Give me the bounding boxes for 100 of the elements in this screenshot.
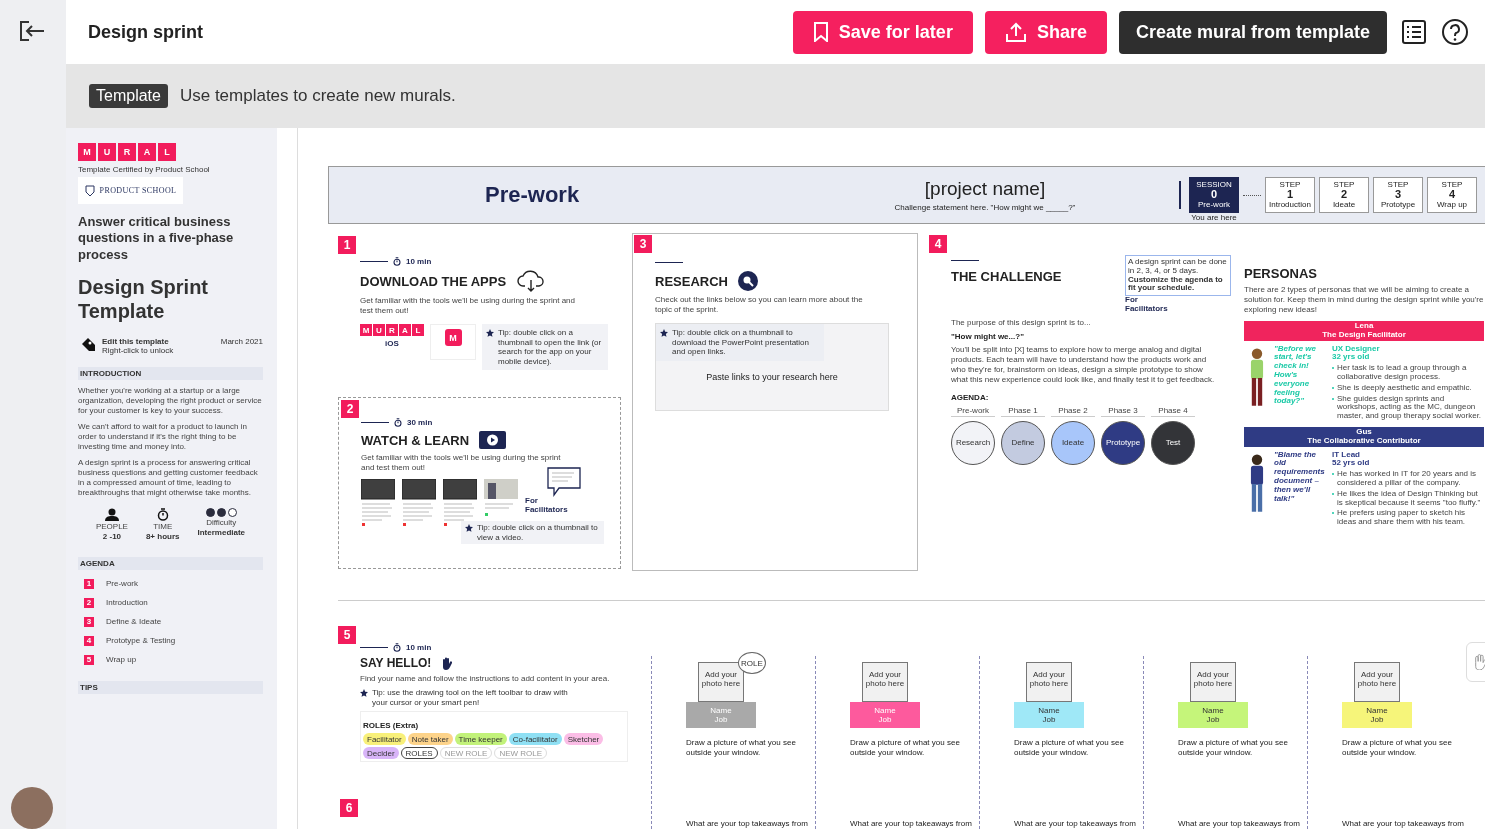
stopwatch-icon [156,507,169,521]
persona-header: Gus The Collaborative Contributor [1244,426,1484,447]
video-thumbnail-drawing[interactable] [443,479,477,527]
duration: 10 min [406,257,432,266]
roles-heading: ROLES (Extra) [363,721,419,731]
role-sticker[interactable]: ROLE [738,652,766,674]
section-title: PERSONAS [1244,266,1318,281]
photo-placeholder[interactable]: Add your photo here [1190,662,1236,702]
agenda-item[interactable]: Define & Ideate [106,617,162,627]
hand-icon [1473,654,1485,670]
question: "How might we...?" [951,331,1025,341]
phase-circle: Ideate [1051,420,1095,465]
speech-bubble-icon [547,467,581,497]
section-number: 3 [634,235,652,253]
app-thumbnail[interactable]: M [430,324,476,360]
step-number: 4 [84,635,94,646]
facilitators-label: For Facilitators [1125,296,1169,314]
duration: 10 min [406,643,432,652]
section-number: 4 [929,235,947,253]
exit-icon[interactable] [19,20,45,42]
you-are-here-note: You are here [1191,212,1237,222]
help-icon[interactable] [1441,18,1469,46]
star-icon [360,689,368,697]
step-card[interactable]: STEP 4 Wrap up [1427,176,1477,213]
prompt-text: What are your top takeaways from [686,819,809,829]
step-card[interactable]: SESSION 0 Pre-work [1189,176,1239,213]
photo-placeholder[interactable]: Add your photo here [1354,662,1400,702]
role-sticker[interactable]: Co-facilitator [508,733,562,746]
role-sticker[interactable]: Time keeper [454,733,507,746]
section-heading: AGENDA [78,556,263,570]
photo-placeholder[interactable]: Add your photo here [862,662,908,702]
step-card[interactable]: STEP 3 Prototype [1373,176,1423,213]
mural-title: Design sprint [88,21,203,43]
role-sticker[interactable]: Sketcher [563,733,604,746]
prompt-text: Draw a picture of what you see outside your window. [686,738,797,758]
edit-hint: Right-click to unlock [102,345,175,355]
persona-trait: She is deeply aesthetic and empathic. [1337,383,1472,393]
section-text: Find your name and follow the instructions to add content in your area. [360,674,611,684]
phase-label: Pre-work [951,405,995,417]
step-number: 5 [84,654,94,665]
role-sticker[interactable]: Facilitator [363,733,406,746]
name-card[interactable]: Name Job [1178,702,1248,728]
section-heading: TIPS [78,680,263,694]
phase-label: Phase 2 [1051,405,1095,417]
agenda-item[interactable]: Prototype & Testing [106,636,176,646]
list-icon[interactable] [1401,19,1427,45]
stat-value: 8+ hours [145,531,180,541]
role-sticker[interactable]: Decider [363,747,399,760]
star-icon [660,329,668,337]
research-area[interactable]: Tip: double click on a thumbnail to download the PowerPoint presentation and open links. Paste links to your research here [655,323,889,411]
agenda-item[interactable]: Wrap up [106,655,137,665]
agenda-heading: AGENDA: [951,392,990,402]
template-badge: Template [89,84,168,108]
certified-note: Template Certified by Product School [78,165,211,174]
intro-paragraph: A design sprint is a process for answering critical business questions and getting customer feedback in a compressed amount of time, leading to breakthroughs that might otherwise take months. [78,457,259,498]
logo-letter: A [399,324,411,336]
agenda-item[interactable]: Introduction [106,598,148,608]
section-text: There are 2 types of personas that we will be aiming to create a solution for. Keep them in mind during the design sprint while you're exploring new ideas! [1244,285,1484,315]
step-card[interactable]: STEP 2 Ideate [1319,176,1369,213]
video-thumbnail-drawing[interactable] [402,479,436,527]
persona-trait: He prefers using paper to sketch his ideas and share them with his team. [1337,509,1467,527]
persona-job: UX Designer [1332,344,1381,353]
stopwatch-icon [393,257,401,266]
template-title: Design Sprint Template [78,274,209,323]
research-placeholder: Paste links to your research here [706,372,838,382]
phase-circle: Test [1151,420,1195,465]
step-card[interactable]: STEP 1 Introduction [1265,176,1315,213]
create-mural-button[interactable]: Create mural from template [1118,10,1387,54]
phase-label: Phase 1 [1001,405,1045,417]
play-icon [479,431,507,449]
phase-circle: Define [1001,420,1045,465]
agenda-item[interactable]: Pre-work [106,579,138,589]
search-icon [737,271,758,291]
stat-value: Intermediate [197,527,246,537]
subtitle: Answer critical business questions in a five-phase process [78,214,235,263]
step-number: 3 [84,616,94,627]
role-sticker[interactable]: Note taker [407,733,453,746]
step-number: 1 [84,578,94,589]
prompt-text: Draw a picture of what you see outside your window. [850,738,961,758]
bookmark-icon [812,22,829,42]
share-button[interactable]: Share [984,10,1107,54]
avatar[interactable] [11,787,53,829]
persona-quote: "Before we start, let's check in! How's everyone feeling today?" [1274,344,1318,408]
section-text: Get familiar with the tools we'll be using during the sprint and test them out! [360,296,576,316]
logo-letter: L [158,143,176,161]
edit-title: Edit this template [102,336,169,346]
stat-value: 2 -10 [102,531,122,541]
prompt-text: What are your top takeaways from [1342,819,1465,829]
video-thumbnail-drawing[interactable] [361,479,395,527]
session-title: Pre-work [485,182,581,208]
section-number: 6 [340,799,358,817]
name-card[interactable]: Name Job [1014,702,1084,728]
photo-placeholder[interactable]: Add your photo here [1026,662,1072,702]
logo-letter: M [360,324,372,336]
project-name: [project name] [924,178,1046,200]
section-heading: INTRODUCTION [78,366,263,380]
prompt-text: What are your top takeaways from [1014,819,1137,829]
name-card[interactable]: Name Job [1342,702,1412,728]
logo-letter: U [98,143,116,161]
save-button[interactable]: Save for later [792,10,973,54]
